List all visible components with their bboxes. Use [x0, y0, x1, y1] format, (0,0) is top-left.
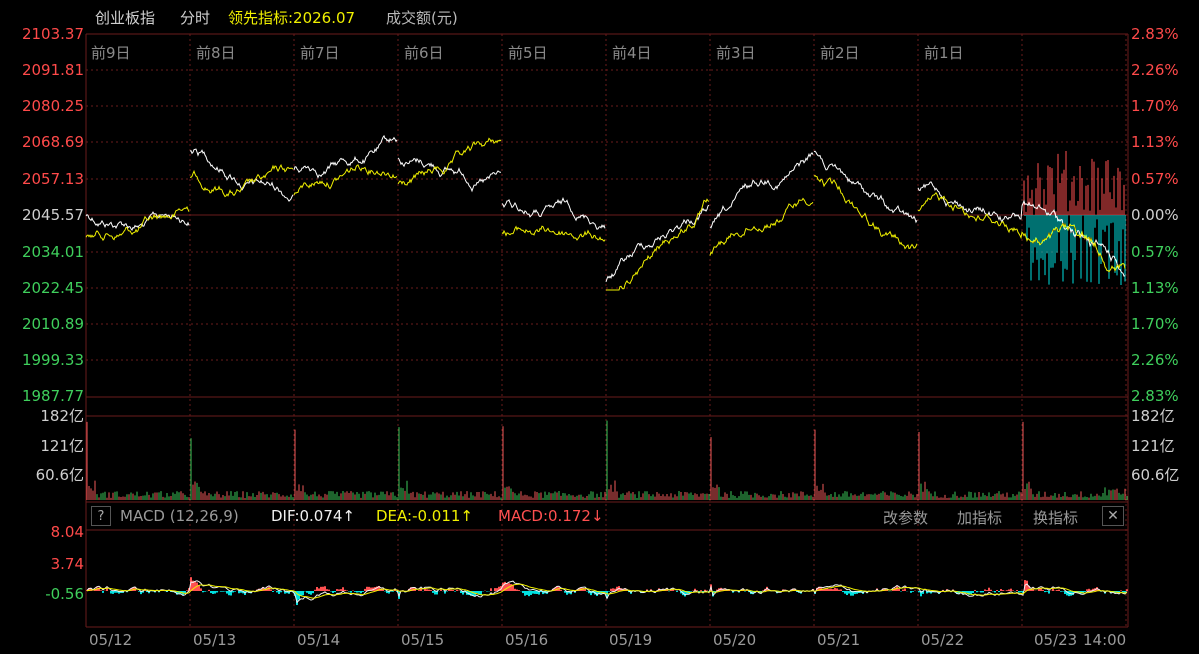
percent-tick: 0.57%: [1131, 243, 1179, 261]
percent-tick: 2.26%: [1131, 61, 1179, 79]
day-label: 前6日: [404, 44, 444, 62]
day-label: 前7日: [300, 44, 340, 62]
volume-tick: 60.6亿: [35, 466, 84, 484]
date-label: 05/19: [609, 631, 653, 649]
price-tick: 2091.81: [21, 61, 84, 79]
macd-tick: -0.56: [45, 585, 84, 603]
dea-value: DEA:-0.011↑: [376, 507, 474, 525]
date-label: 05/15: [401, 631, 445, 649]
volume-tick: 121亿: [1131, 437, 1175, 455]
price-tick: 2080.25: [21, 97, 84, 115]
chart-grid: [85, 33, 1129, 628]
volume-tick: 60.6亿: [1131, 466, 1180, 484]
volume-tick: 182亿: [1131, 407, 1175, 425]
macd-name: MACD (12,26,9): [120, 507, 239, 525]
add-indicator-button[interactable]: 加指标: [957, 507, 1002, 528]
dif-value: DIF:0.074↑: [271, 507, 356, 525]
volume-bars: [86, 420, 1128, 500]
day-label: 前1日: [924, 44, 964, 62]
date-label: 05/20: [713, 631, 757, 649]
percent-tick: 1.70%: [1131, 97, 1179, 115]
date-label: 05/14: [297, 631, 341, 649]
intraday-chart[interactable]: [0, 0, 1199, 654]
macd-header: MACD (12,26,9) DIF:0.074↑ DEA:-0.011↑ MA…: [86, 503, 1129, 529]
intraday-histogram: [1023, 151, 1126, 285]
modify-params-button[interactable]: 改参数: [883, 507, 928, 528]
percent-tick: 1.13%: [1131, 279, 1179, 297]
day-label: 前8日: [196, 44, 236, 62]
day-label: 前5日: [508, 44, 548, 62]
time-label: 14:00: [1083, 631, 1127, 649]
macd-value: MACD:0.172↓: [498, 507, 604, 525]
price-tick: 2010.89: [21, 315, 84, 333]
date-label: 05/23: [1034, 631, 1078, 649]
price-tick: 2034.01: [21, 243, 84, 261]
date-label: 05/12: [89, 631, 133, 649]
percent-tick: 1.70%: [1131, 315, 1179, 333]
date-label: 05/16: [505, 631, 549, 649]
price-tick: 2103.37: [21, 25, 84, 43]
price-tick: 2045.57: [21, 206, 84, 224]
help-button[interactable]: ?: [91, 506, 111, 526]
percent-tick: 2.83%: [1131, 25, 1179, 43]
day-label: 前3日: [716, 44, 756, 62]
percent-tick: 2.83%: [1131, 387, 1179, 405]
price-tick: 1999.33: [21, 351, 84, 369]
price-tick: 2068.69: [21, 133, 84, 151]
price-tick: 2022.45: [21, 279, 84, 297]
price-tick: 2057.13: [21, 170, 84, 188]
percent-tick: 2.26%: [1131, 351, 1179, 369]
date-label: 05/21: [817, 631, 861, 649]
percent-tick: 1.13%: [1131, 133, 1179, 151]
volume-tick: 182亿: [40, 407, 84, 425]
day-label: 前9日: [91, 44, 131, 62]
switch-indicator-button[interactable]: 换指标: [1033, 507, 1078, 528]
close-icon[interactable]: ✕: [1102, 506, 1124, 526]
day-label: 前2日: [820, 44, 860, 62]
date-label: 05/22: [921, 631, 965, 649]
price-tick: 1987.77: [21, 387, 84, 405]
macd-tick: 3.74: [50, 555, 84, 573]
day-label: 前4日: [612, 44, 652, 62]
volume-tick: 121亿: [40, 437, 84, 455]
percent-tick: 0.57%: [1131, 170, 1179, 188]
date-label: 05/13: [193, 631, 237, 649]
percent-tick: 0.00%: [1131, 206, 1179, 224]
macd-tick: 8.04: [50, 523, 84, 541]
